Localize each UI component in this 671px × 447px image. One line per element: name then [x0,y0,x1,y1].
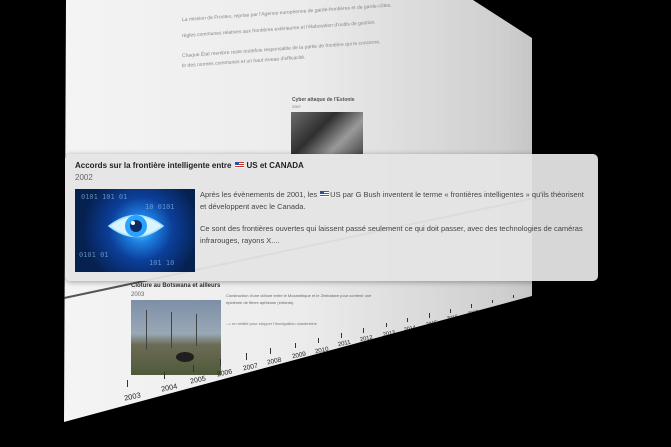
timeline-year-2015[interactable]: 2015 [425,319,437,327]
timeline-year-2007[interactable]: 2007 [242,362,258,372]
popup-body: Après les évènements de 2001, les US par … [200,189,585,257]
us-flag-icon [235,162,245,168]
timeline-tick [270,348,272,354]
timeline-year-2003[interactable]: 2003 [123,390,141,402]
timeline-year-2014[interactable]: 2014 [404,325,417,333]
timeline-year-2008[interactable]: 2008 [267,357,283,367]
us-flag-icon [320,191,330,197]
timeline-tick [363,327,365,333]
timeline-tick [127,380,128,387]
timeline-year-2013[interactable]: 2013 [382,330,395,338]
botswana-card-year: 2003 [131,292,145,298]
timeline-year-2016[interactable]: 2016 [447,314,459,321]
timeline-year-2018[interactable]: 2018 [489,305,500,312]
timeline-year-2006[interactable]: 2006 [216,368,232,378]
timeline-year-2020[interactable]: 2020 [530,295,532,302]
timeline-tick [428,313,430,318]
timeline-tick [512,295,514,299]
timeline-tick [533,291,534,294]
timeline-year-2012[interactable]: 2012 [360,335,374,344]
botswana-card-title[interactable]: Cloture au Botswana et ailleurs [131,283,220,289]
timeline-year-2011[interactable]: 2011 [337,340,351,349]
timeline-tick [219,359,221,366]
timeline-tick [163,371,165,379]
popup-year: 2002 [75,173,93,182]
timeline-tick [340,332,342,338]
timeline-year-2017[interactable]: 2017 [468,310,479,317]
popup-paragraph-2: Ce sont des frontières ouvertes qui lais… [200,224,583,245]
timeline-tick [317,337,319,343]
popup-paragraph-1-prefix: Après les évènements de 2001, les [200,190,318,199]
botswana-card-photo[interactable] [131,300,221,375]
timeline-tick [450,308,452,313]
eye-icon [107,214,165,238]
timeline-tick [492,299,494,304]
cyber-card-title[interactable]: Cyber attaque de l'Estonie [292,97,355,103]
timeline-year-2010[interactable]: 2010 [314,345,329,355]
popup-title-suffix: US et CANADA [246,161,304,170]
timeline-year-2004[interactable]: 2004 [160,382,178,394]
cyber-card-photo[interactable] [291,112,363,154]
timeline-tick [192,365,194,372]
popup-title: Accords sur la frontière intelligente en… [75,161,304,170]
timeline-tick [385,322,387,328]
timeline-tick [407,317,409,323]
timeline-year-2019[interactable]: 2019 [509,300,520,307]
timeline-tick [245,353,247,360]
cyber-card-year: 2007 [292,104,301,109]
botswana-card-description: Construction d'une clôture entre le Moza… [226,293,372,305]
event-popup[interactable]: Accords sur la frontière intelligente en… [65,154,598,281]
timeline-year-2005[interactable]: 2005 [189,375,206,386]
timeline-year-2009[interactable]: 2009 [291,351,306,361]
popup-title-prefix: Accords sur la frontière intelligente en… [75,161,232,170]
popup-image: 0101 101 01 10 0101 0101 01 101 10 [75,189,195,272]
popup-paragraph-1: Après les évènements de 2001, les US par … [200,189,585,213]
timeline-tick [294,342,296,349]
botswana-card-note: --> en réalité pour stopper l'immigratio… [226,321,317,326]
timeline-tick [471,304,473,308]
